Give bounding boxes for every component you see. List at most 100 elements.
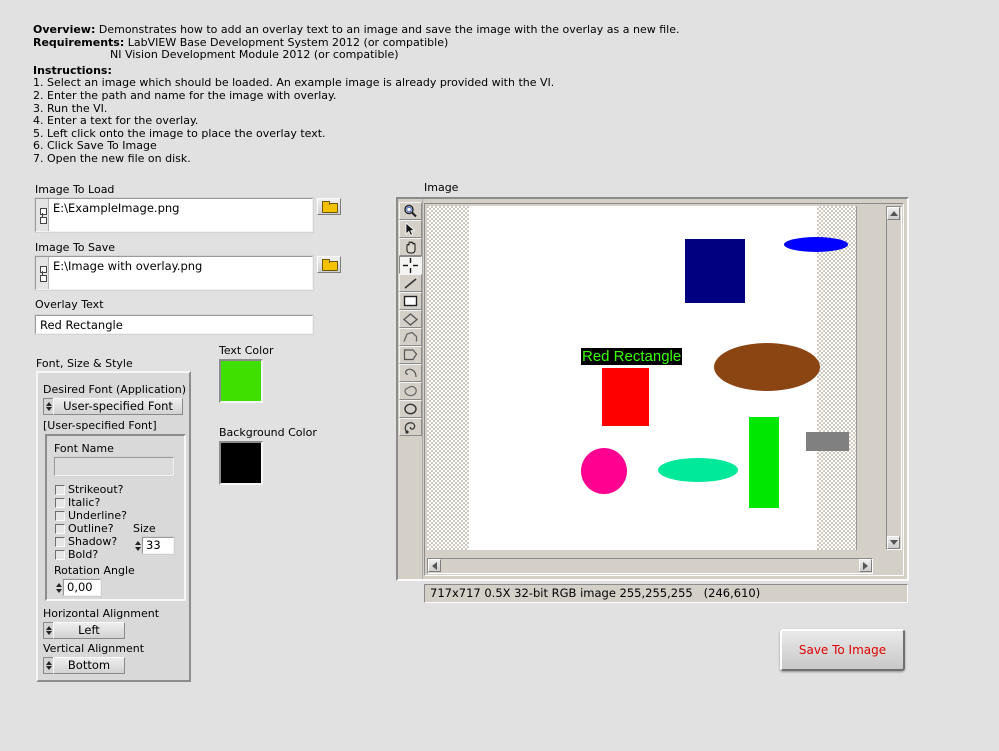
image-canvas-container[interactable]: Red Rectangle bbox=[424, 203, 904, 576]
magenta-circle bbox=[581, 448, 627, 494]
checkbox-underline[interactable]: Underline? bbox=[55, 509, 127, 522]
text-color-label: Text Color bbox=[219, 344, 274, 357]
horizontal-alignment-spinner[interactable] bbox=[43, 622, 53, 639]
image-canvas[interactable]: Red Rectangle bbox=[427, 206, 857, 550]
checkbox-box-underline[interactable] bbox=[55, 510, 65, 521]
save-to-image-button[interactable]: Save To Image bbox=[780, 629, 905, 671]
overview-label: Overview: bbox=[33, 23, 96, 36]
font-name-label: Font Name bbox=[54, 442, 114, 455]
overlay-text-input[interactable]: Red Rectangle bbox=[35, 315, 313, 334]
blue-ellipse bbox=[784, 237, 848, 252]
image-canvas-page: Red Rectangle bbox=[469, 206, 849, 550]
instruction-step-2: 2. Enter the path and name for the image… bbox=[33, 88, 337, 102]
scroll-down-button[interactable] bbox=[887, 536, 900, 549]
desired-font-value: User-specified Font bbox=[53, 398, 183, 415]
checkbox-box-outline[interactable] bbox=[55, 523, 65, 534]
image-to-load-value: E:\ExampleImage.png bbox=[53, 201, 180, 215]
rotation-angle-value: 0,00 bbox=[63, 579, 101, 596]
desired-font-spinner[interactable] bbox=[43, 398, 53, 415]
chevron-left-icon bbox=[432, 561, 437, 570]
save-to-image-label: Save To Image bbox=[798, 643, 887, 657]
freehand-region-tool[interactable] bbox=[399, 418, 422, 436]
vertical-alignment-ring[interactable]: Bottom bbox=[43, 657, 125, 674]
checkbox-label-strikeout: Strikeout? bbox=[68, 483, 124, 496]
oval-tool[interactable] bbox=[399, 400, 422, 418]
checkbox-label-outline: Outline? bbox=[68, 522, 114, 535]
checkbox-box-shadow[interactable] bbox=[55, 536, 65, 547]
user-specified-font-cluster: Font Name Strikeout? Italic? Underline? … bbox=[45, 434, 186, 601]
gray-rectangle bbox=[806, 432, 849, 451]
overview-instructions-block: Overview: Demonstrates how to add an ove… bbox=[33, 23, 679, 166]
vision-tool-palette bbox=[398, 199, 423, 579]
desired-font-ring[interactable]: User-specified Font bbox=[43, 398, 183, 415]
image-horizontal-scrollbar[interactable] bbox=[427, 558, 873, 574]
checkbox-outline[interactable]: Outline? bbox=[55, 522, 114, 535]
checkbox-bold[interactable]: Bold? bbox=[55, 548, 98, 561]
rotation-angle-stepper[interactable]: 0,00 bbox=[54, 579, 101, 596]
teal-ellipse bbox=[658, 458, 738, 482]
vertical-alignment-label: Vertical Alignment bbox=[43, 642, 145, 655]
brown-ellipse bbox=[714, 343, 820, 391]
path-symbol-icon bbox=[36, 257, 49, 289]
size-label: Size bbox=[133, 522, 156, 535]
point-crosshair-tool[interactable] bbox=[399, 256, 422, 274]
checkbox-italic[interactable]: Italic? bbox=[55, 496, 100, 509]
checkbox-box-strikeout[interactable] bbox=[55, 484, 65, 495]
background-color-swatch[interactable] bbox=[219, 441, 263, 485]
vertical-alignment-spinner[interactable] bbox=[43, 657, 53, 674]
size-stepper[interactable]: 33 bbox=[133, 537, 174, 554]
folder-open-icon bbox=[321, 259, 338, 271]
checkbox-shadow[interactable]: Shadow? bbox=[55, 535, 117, 548]
horizontal-alignment-ring[interactable]: Left bbox=[43, 622, 125, 639]
instruction-step-7: 7. Open the new file on disk. bbox=[33, 151, 191, 165]
freehand-line-tool[interactable] bbox=[399, 364, 422, 382]
checkbox-label-italic: Italic? bbox=[68, 496, 101, 509]
polygon-tool[interactable] bbox=[399, 328, 422, 346]
chevron-right-icon bbox=[863, 561, 868, 570]
scroll-up-button[interactable] bbox=[887, 207, 900, 220]
overlay-text-on-image: Red Rectangle bbox=[581, 348, 683, 365]
image-to-load-label: Image To Load bbox=[35, 183, 115, 196]
font-name-input[interactable] bbox=[54, 457, 174, 476]
overlay-text-label: Overlay Text bbox=[35, 298, 104, 311]
requirements-line2: NI Vision Development Module 2012 (or co… bbox=[110, 48, 399, 62]
image-to-save-path-input[interactable]: E:\Image with overlay.png bbox=[35, 256, 313, 290]
rotated-rectangle-tool[interactable] bbox=[399, 310, 422, 328]
font-cluster-title: Font, Size & Style bbox=[36, 357, 133, 370]
image-vertical-scrollbar[interactable] bbox=[886, 206, 902, 550]
selection-arrow-tool[interactable] bbox=[399, 220, 422, 238]
image-to-save-label: Image To Save bbox=[35, 241, 116, 254]
checkbox-box-italic[interactable] bbox=[55, 497, 65, 508]
image-to-load-browse-button[interactable] bbox=[317, 198, 341, 215]
rectangle-tool[interactable] bbox=[399, 292, 422, 310]
scroll-left-button[interactable] bbox=[428, 559, 441, 572]
checkbox-label-shadow: Shadow? bbox=[68, 535, 118, 548]
zoom-magnifier-tool[interactable] bbox=[399, 202, 422, 220]
scroll-right-button[interactable] bbox=[859, 559, 872, 572]
rotation-angle-spinner[interactable] bbox=[54, 579, 63, 596]
line-tool[interactable] bbox=[399, 274, 422, 292]
requirements-label: Requirements: bbox=[33, 35, 125, 49]
image-status-bar: 717x717 0.5X 32-bit RGB image 255,255,25… bbox=[424, 584, 908, 603]
user-specified-font-label: [User-specified Font] bbox=[43, 419, 157, 432]
green-rectangle bbox=[749, 417, 779, 508]
image-to-load-path-input[interactable]: E:\ExampleImage.png bbox=[35, 198, 313, 232]
size-spinner[interactable] bbox=[133, 537, 142, 554]
rotation-angle-label: Rotation Angle bbox=[54, 564, 135, 577]
pan-hand-tool[interactable] bbox=[399, 238, 422, 256]
text-color-swatch[interactable] bbox=[219, 359, 263, 403]
checkbox-label-underline: Underline? bbox=[68, 509, 127, 522]
annulus-tool[interactable] bbox=[399, 382, 422, 400]
chevron-down-icon bbox=[889, 540, 898, 545]
font-size-style-cluster: Desired Font (Application) User-specifie… bbox=[36, 371, 191, 682]
broken-line-tool[interactable] bbox=[399, 346, 422, 364]
checkbox-strikeout[interactable]: Strikeout? bbox=[55, 483, 123, 496]
folder-open-icon bbox=[321, 201, 338, 213]
horizontal-alignment-value: Left bbox=[53, 622, 125, 639]
image-to-save-browse-button[interactable] bbox=[317, 256, 341, 273]
size-value: 33 bbox=[142, 537, 174, 554]
checkbox-label-bold: Bold? bbox=[68, 548, 99, 561]
instruction-step-4: 4. Enter a text for the overlay. bbox=[33, 114, 199, 128]
horizontal-alignment-label: Horizontal Alignment bbox=[43, 607, 160, 620]
checkbox-box-bold[interactable] bbox=[55, 549, 65, 560]
